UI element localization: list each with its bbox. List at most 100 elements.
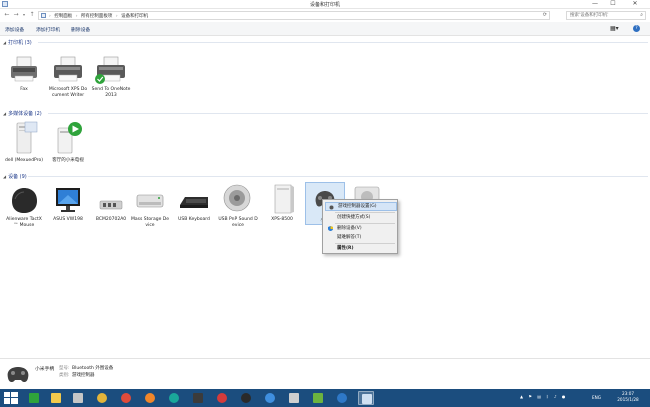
clock-date: 2015/1/28 bbox=[617, 397, 639, 402]
device-alienware-mouse[interactable]: Alienware TactX™ Mouse bbox=[4, 185, 44, 228]
add-printer-button[interactable]: 添加打印机 bbox=[36, 26, 60, 33]
clock[interactable]: 23:07 2015/1/28 bbox=[610, 391, 646, 403]
nvidia-icon[interactable] bbox=[310, 391, 326, 405]
breadcrumb: › 控制面板 › 所有控制面板项 › 设备和打印机 bbox=[49, 14, 149, 19]
red-app-icon[interactable] bbox=[214, 391, 230, 405]
menu-item-remove-device[interactable]: 删除设备(V) bbox=[325, 224, 397, 233]
help-icon[interactable]: ? bbox=[633, 25, 640, 32]
tray-flag-icon[interactable]: ⚑ bbox=[528, 394, 532, 399]
device-label: Mass Storage Device bbox=[130, 217, 170, 228]
fax-icon bbox=[11, 56, 37, 82]
device-label: Fax bbox=[20, 87, 28, 92]
ie-icon[interactable] bbox=[334, 391, 350, 405]
browser-icon[interactable] bbox=[94, 391, 110, 405]
device-fax[interactable]: Fax bbox=[4, 55, 44, 93]
tray-app-icon[interactable]: ● bbox=[562, 394, 566, 399]
windows-start-icon[interactable] bbox=[4, 392, 18, 404]
forward-arrow-icon[interactable]: → bbox=[12, 11, 20, 19]
device-label: XPS-8500 bbox=[271, 217, 293, 222]
remove-device-button[interactable]: 删除设备 bbox=[71, 26, 90, 33]
input-language[interactable]: ENG bbox=[592, 395, 601, 400]
device-usb-sound[interactable]: USB PnP Sound Device bbox=[218, 182, 258, 228]
mouse-icon bbox=[12, 188, 37, 213]
address-bar[interactable]: › 控制面板 › 所有控制面板项 › 设备和打印机 ⟳ bbox=[38, 11, 550, 20]
store-icon[interactable] bbox=[70, 391, 86, 405]
printer-icon bbox=[54, 56, 82, 82]
menu-item-troubleshoot[interactable]: 疑难解答(T) bbox=[325, 233, 397, 242]
up-arrow-icon[interactable]: ↑ bbox=[28, 11, 36, 19]
device-onenote[interactable]: Send To OneNote 2013 bbox=[91, 55, 131, 98]
details-category-key: 类别: bbox=[59, 373, 70, 378]
media-player-icon bbox=[57, 122, 82, 154]
qq-icon[interactable] bbox=[238, 391, 254, 405]
device-usb-keyboard[interactable]: USB Keyboard bbox=[174, 185, 214, 223]
breadcrumb-control-panel[interactable]: 控制面板 bbox=[54, 14, 72, 19]
title-bar: 设备和打印机 — ☐ ✕ bbox=[0, 0, 650, 9]
command-bar: 添加设备 添加打印机 删除设备 ▦▾ ? bbox=[0, 22, 650, 36]
recent-locations-icon[interactable]: ▾ bbox=[20, 11, 28, 19]
tray-volume-icon[interactable]: ♪ bbox=[554, 394, 557, 399]
details-device-name: 小米手柄 bbox=[35, 367, 55, 372]
gamepad-small-icon bbox=[329, 205, 334, 210]
details-pane: 小米手柄 型号: Bluetooth 外围设备 类别: 游戏控制器 bbox=[0, 358, 650, 389]
breadcrumb-devices-printers[interactable]: 设备和打印机 bbox=[121, 14, 148, 19]
tray-bluetooth-icon[interactable]: ᛒ bbox=[546, 394, 548, 399]
close-button[interactable]: ✕ bbox=[622, 0, 648, 8]
search-input[interactable] bbox=[567, 12, 633, 19]
details-model-key: 型号: bbox=[59, 366, 70, 371]
device-xps-8500[interactable]: XPS-8500 bbox=[262, 182, 302, 223]
device-label: Alienware TactX™ Mouse bbox=[6, 217, 42, 228]
blue-app-icon[interactable] bbox=[262, 391, 278, 405]
file-explorer-icon[interactable] bbox=[48, 391, 64, 405]
breadcrumb-all-items[interactable]: 所有控制面板项 bbox=[81, 14, 113, 19]
device-label: USB PnP Sound Device bbox=[218, 217, 258, 228]
chevron-down-icon[interactable]: ◢ bbox=[3, 174, 6, 179]
devices-printers-taskbar-icon[interactable] bbox=[358, 391, 374, 405]
tray-arrow-icon[interactable]: ▲ bbox=[520, 394, 523, 399]
gamepad-large-icon bbox=[7, 367, 29, 383]
device-dell-media[interactable]: dell (MexuedPro) bbox=[4, 120, 44, 164]
counter-strike-icon[interactable] bbox=[286, 391, 302, 405]
minimize-button[interactable]: — bbox=[586, 0, 604, 8]
context-menu: 游戏控制器设置(G) 创建快捷方式(S) 删除设备(V) 疑难解答(T) 属性(… bbox=[322, 199, 398, 254]
search-box[interactable]: ⌕ bbox=[566, 11, 646, 20]
dark-app-icon[interactable] bbox=[190, 391, 206, 405]
chevron-down-icon[interactable]: ◢ bbox=[3, 111, 6, 116]
taskbar-app-green-icon[interactable] bbox=[26, 391, 42, 405]
tray-network-icon[interactable]: ▤ bbox=[537, 394, 541, 399]
group-title: 打印机 (3) bbox=[8, 40, 32, 46]
media-server-icon bbox=[16, 121, 38, 154]
chevron-down-icon[interactable]: ◢ bbox=[3, 40, 6, 45]
menu-item-game-controller-settings[interactable]: 游戏控制器设置(G) bbox=[325, 202, 397, 211]
details-model-value: Bluetooth 外围设备 bbox=[72, 366, 114, 371]
add-device-button[interactable]: 添加设备 bbox=[5, 26, 24, 33]
group-divider bbox=[38, 42, 648, 43]
desktop-tower-icon bbox=[274, 184, 294, 214]
device-xiaomi-tv[interactable]: 客厅的小米电视 bbox=[48, 120, 88, 164]
storage-drive-icon bbox=[136, 194, 164, 208]
control-panel-icon bbox=[41, 13, 46, 18]
chrome-icon[interactable] bbox=[118, 391, 134, 405]
device-asus-monitor[interactable]: ASUS VW198 bbox=[48, 185, 88, 223]
search-icon[interactable]: ⌕ bbox=[640, 12, 643, 19]
group-header-multimedia[interactable]: ◢ 多媒体设备 (2) bbox=[3, 110, 42, 117]
device-label: Microsoft XPS Document Writer bbox=[48, 87, 88, 98]
device-label: dell (MexuedPro) bbox=[5, 158, 43, 163]
menu-item-create-shortcut[interactable]: 创建快捷方式(S) bbox=[325, 213, 397, 222]
teal-app-icon[interactable] bbox=[166, 391, 182, 405]
group-header-printers[interactable]: ◢ 打印机 (3) bbox=[3, 39, 32, 46]
maximize-button[interactable]: ☐ bbox=[604, 0, 622, 8]
details-category-value: 游戏控制器 bbox=[72, 373, 95, 378]
monitor-icon bbox=[56, 188, 80, 212]
orange-app-icon[interactable] bbox=[142, 391, 158, 405]
system-tray: ▲ ⚑ ▤ ᛒ ♪ ● bbox=[520, 394, 569, 399]
group-header-devices[interactable]: ◢ 设备 (9) bbox=[3, 173, 27, 180]
keyboard-icon bbox=[180, 197, 208, 208]
device-mass-storage[interactable]: Mass Storage Device bbox=[130, 185, 170, 228]
device-xps-writer[interactable]: Microsoft XPS Document Writer bbox=[48, 55, 88, 98]
back-arrow-icon[interactable]: ← bbox=[3, 11, 11, 19]
view-options-icon[interactable]: ▦▾ bbox=[610, 25, 619, 32]
menu-item-properties[interactable]: 属性(R) bbox=[325, 244, 397, 253]
device-bcm-bluetooth[interactable]: BCM20702A0 bbox=[91, 185, 131, 223]
refresh-icon[interactable]: ⟳ bbox=[543, 12, 547, 19]
